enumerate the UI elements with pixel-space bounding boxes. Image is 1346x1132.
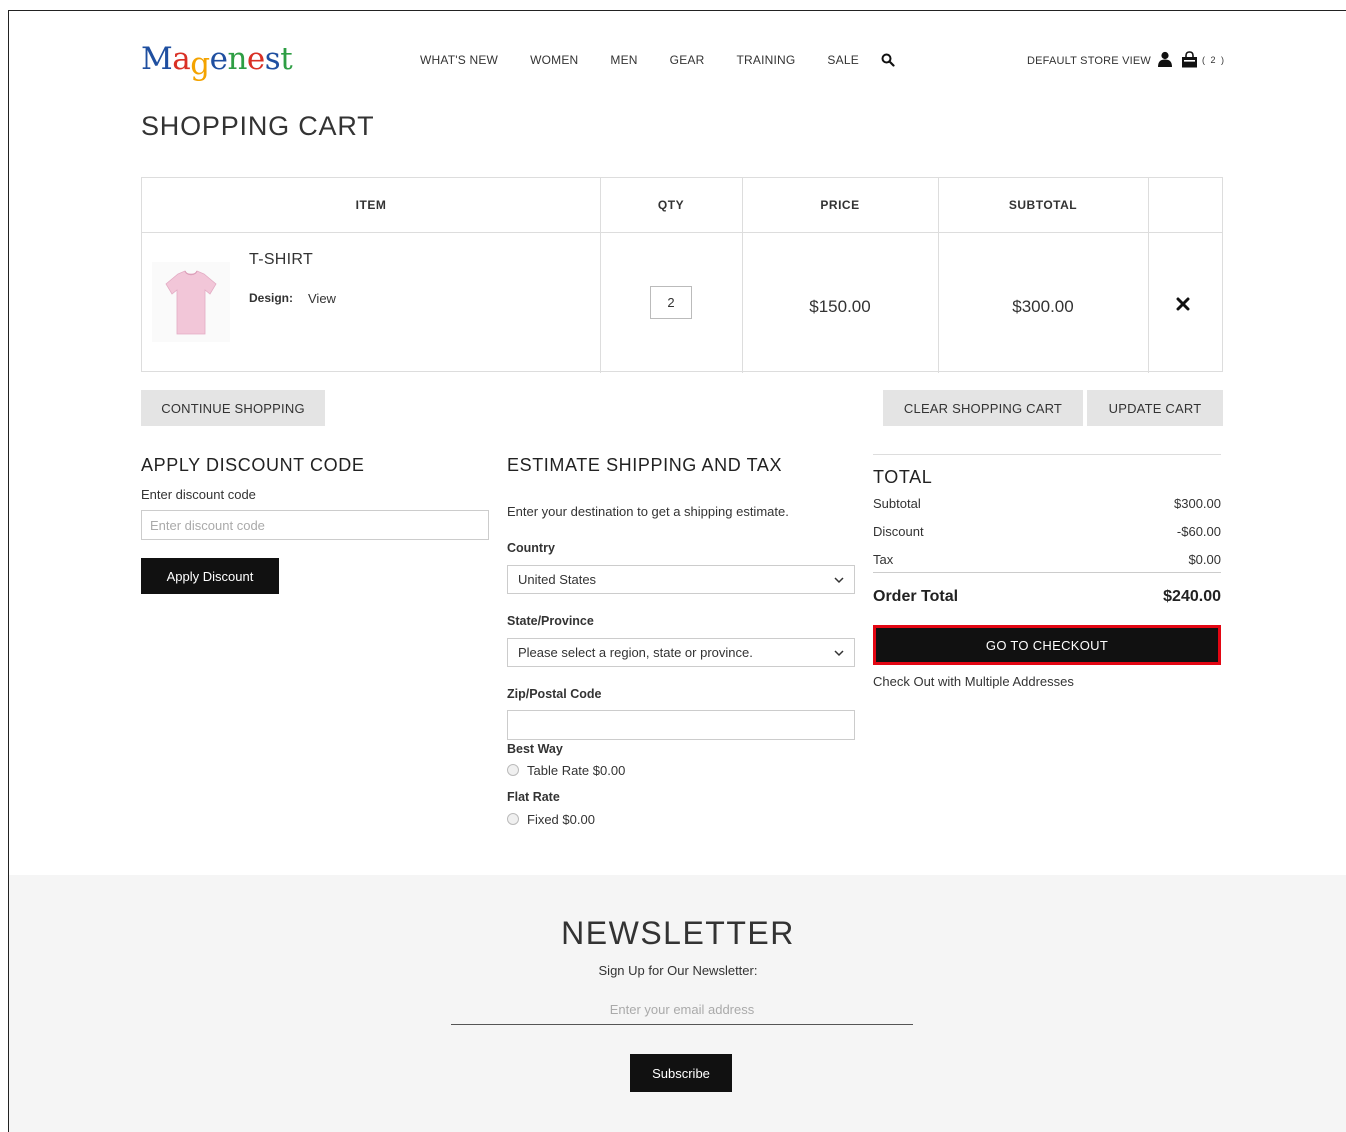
shipping-method-option[interactable]: Fixed $0.00 (527, 812, 595, 827)
multiple-addresses-link[interactable]: Check Out with Multiple Addresses (873, 674, 1074, 689)
discount-total-value: -$60.00 (1176, 524, 1221, 539)
country-selected-value: United States (518, 572, 597, 587)
column-header-price: PRICE (742, 178, 938, 233)
totals-heading: TOTAL (873, 467, 933, 487)
column-header-actions (1148, 178, 1222, 233)
discount-row: Discount -$60.00 (873, 524, 1221, 539)
nav-item-men[interactable]: MEN (610, 53, 637, 67)
logo-letter: e (246, 41, 265, 77)
chevron-down-icon (834, 650, 844, 657)
shipping-heading[interactable]: ESTIMATE SHIPPING AND TAX (507, 455, 782, 476)
update-cart-button[interactable]: UPDATE CART (1087, 390, 1223, 426)
order-total-value: $240.00 (1163, 588, 1221, 605)
state-label: State/Province (507, 614, 594, 628)
nav-item-whats-new[interactable]: WHAT'S NEW (420, 53, 498, 67)
newsletter-subtitle: Sign Up for Our Newsletter: (598, 963, 758, 978)
go-to-checkout-button[interactable]: GO TO CHECKOUT (873, 625, 1221, 665)
subtotal-label: Subtotal (873, 496, 921, 511)
discount-field-label: Enter discount code (141, 487, 256, 502)
discount-code-input[interactable] (141, 510, 489, 540)
zip-code-input[interactable] (507, 710, 855, 740)
page-title: SHOPPING CART (141, 111, 375, 141)
shipping-method-title: Best Way (507, 742, 563, 756)
design-view-link[interactable]: View (308, 291, 336, 306)
column-header-subtotal: SUBTOTAL (938, 178, 1148, 233)
remove-item-icon[interactable] (1176, 297, 1190, 311)
main-nav: WHAT'S NEW WOMEN MEN GEAR TRAINING SALE (420, 53, 891, 67)
user-account-icon[interactable] (1157, 51, 1173, 67)
column-divider (1148, 178, 1149, 373)
product-thumbnail-tshirt[interactable] (152, 262, 230, 342)
discount-total-label: Discount (873, 524, 924, 539)
magenest-logo[interactable]: Magenest (141, 41, 293, 82)
subscribe-button[interactable]: Subscribe (630, 1054, 732, 1092)
tax-label: Tax (873, 552, 894, 567)
country-label: Country (507, 541, 555, 555)
cart-table: ITEM QTY PRICE SUBTOTAL T-SHIRT Design: … (141, 177, 1223, 373)
column-header-item: ITEM (142, 178, 600, 233)
shipping-method-title: Flat Rate (507, 790, 560, 804)
logo-letter: t (280, 41, 293, 77)
item-subtotal: $300.00 (1012, 297, 1074, 316)
item-price: $150.00 (809, 297, 871, 316)
clear-cart-button[interactable]: CLEAR SHOPPING CART (883, 390, 1083, 426)
store-view-switcher[interactable]: DEFAULT STORE VIEW (1027, 55, 1151, 67)
nav-item-gear[interactable]: GEAR (670, 53, 705, 67)
apply-discount-button[interactable]: Apply Discount (141, 558, 279, 594)
divider (873, 572, 1221, 573)
column-divider (742, 178, 743, 373)
subtotal-value: $300.00 (1174, 496, 1221, 511)
newsletter-section: NEWSLETTER Sign Up for Our Newsletter: S… (9, 875, 1346, 1132)
logo-letter: M (141, 41, 173, 77)
column-divider (600, 178, 601, 373)
newsletter-email-input[interactable] (451, 995, 913, 1025)
continue-shopping-button[interactable]: CONTINUE SHOPPING (141, 390, 325, 426)
country-select[interactable]: United States (507, 565, 855, 594)
newsletter-title: NEWSLETTER (561, 915, 795, 951)
zip-label: Zip/Postal Code (507, 687, 602, 701)
tax-row: Tax $0.00 (873, 552, 1221, 567)
nav-item-training[interactable]: TRAINING (736, 53, 795, 67)
logo-letter: n (227, 41, 247, 77)
discount-heading[interactable]: APPLY DISCOUNT CODE (141, 455, 364, 476)
logo-letter: s (264, 41, 281, 77)
subtotal-row: Subtotal $300.00 (873, 496, 1221, 511)
column-header-qty: QTY (600, 178, 742, 233)
state-select[interactable]: Please select a region, state or provinc… (507, 638, 855, 667)
logo-letter: e (209, 41, 228, 77)
cart-count[interactable]: ( 2 ) (1202, 55, 1226, 65)
shipping-intro-text: Enter your destination to get a shipping… (507, 504, 789, 519)
design-option-label: Design: (249, 291, 294, 305)
shipping-method-option[interactable]: Table Rate $0.00 (527, 763, 625, 778)
nav-item-women[interactable]: WOMEN (530, 53, 578, 67)
chevron-down-icon (834, 577, 844, 584)
product-name[interactable]: T-SHIRT (249, 251, 313, 269)
shopping-bag-icon[interactable] (1181, 51, 1198, 68)
shipping-method-radio-flat-rate[interactable] (507, 813, 519, 825)
order-total-row: Order Total $240.00 (873, 588, 1221, 606)
column-divider (938, 178, 939, 373)
logo-letter: a (172, 41, 191, 77)
shipping-method-radio-table-rate[interactable] (507, 764, 519, 776)
nav-item-sale[interactable]: SALE (827, 53, 859, 67)
search-icon[interactable] (881, 53, 895, 67)
tax-value: $0.00 (1188, 552, 1221, 567)
state-selected-value: Please select a region, state or provinc… (518, 645, 753, 660)
logo-letter: g (190, 46, 210, 82)
order-total-label: Order Total (873, 588, 959, 605)
page-frame: Magenest WHAT'S NEW WOMEN MEN GEAR TRAIN… (8, 10, 1346, 1132)
quantity-input[interactable] (650, 286, 692, 319)
divider (873, 454, 1221, 455)
